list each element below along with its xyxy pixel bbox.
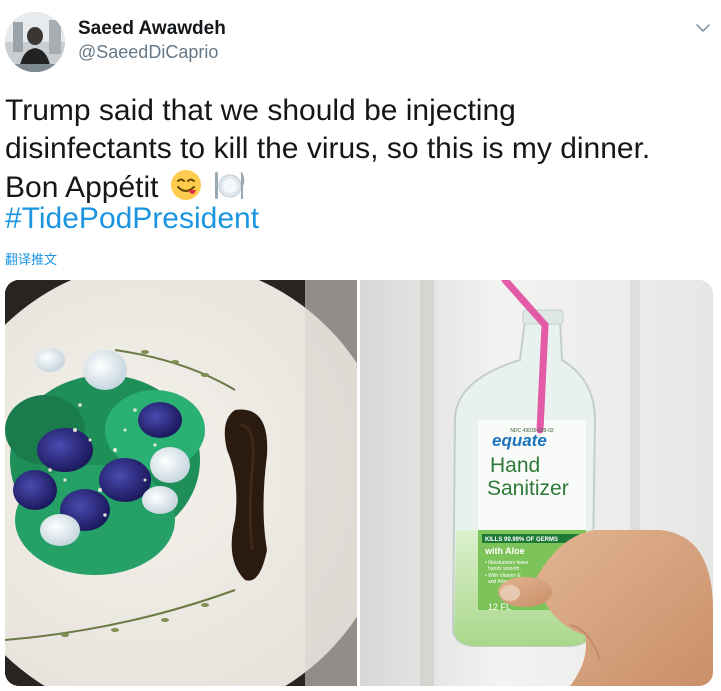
hashtag-link[interactable]: #TidePodPresident (5, 200, 259, 238)
yum-face-emoji-icon (169, 168, 203, 202)
media-grid: NDC 49035-639-02 equate Hand Sanitizer K… (5, 280, 713, 686)
photo-dinner-plate[interactable] (5, 280, 357, 686)
author-name[interactable]: Saeed Awawdeh (78, 18, 226, 40)
tweet-text-line: Trump said that we should be injecting (5, 94, 516, 127)
author-handle[interactable]: @SaeedDiCaprio (78, 42, 218, 63)
tweet-text-line: disinfectants to kill the virus, so this… (5, 132, 651, 165)
bottle-bullet: hands smooth (488, 566, 520, 572)
bottle-product-hand: Hand (490, 454, 540, 477)
chevron-down-icon[interactable] (693, 18, 713, 38)
bottle-claim: KILLS 99.99% OF GERMS (485, 537, 558, 543)
avatar-image (5, 12, 65, 72)
bottle-brand: equate (492, 431, 547, 450)
bottle-product-sanitizer: Sanitizer (487, 477, 569, 500)
photo-hand-sanitizer[interactable]: NDC 49035-639-02 equate Hand Sanitizer K… (360, 280, 713, 686)
tweet-card: Saeed Awawdeh @SaeedDiCaprio Trump said … (0, 0, 721, 691)
plate-cutlery-emoji-icon (213, 168, 247, 202)
bottle-with-aloe: with Aloe (484, 546, 525, 556)
avatar[interactable] (5, 12, 65, 72)
translate-tweet-link[interactable]: 翻译推文 (5, 249, 57, 268)
tweet-text: Trump said that we should be injecting d… (5, 92, 705, 207)
bottle-size: 12 FL (488, 602, 511, 612)
